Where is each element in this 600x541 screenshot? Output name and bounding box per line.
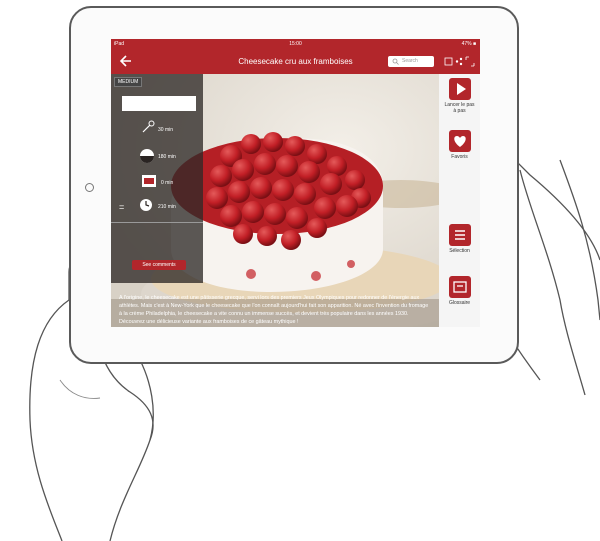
battery-status: 47% ■ [461,41,476,47]
app-screen: iPad 15:00 47% ■ Cheesecake cru aux fram… [111,39,480,327]
glossary-label: Glossaire [448,300,471,306]
glossary-button[interactable]: Glossaire [443,276,476,306]
favorites-label: Favoris [451,154,468,160]
recipe-info-panel: MEDIUM 30 min 180 min 0 min = 210 min Se… [111,74,203,283]
equals-sign: = [119,202,125,212]
glossary-icon [448,276,471,298]
search-icon [392,58,399,65]
share-fullscreen-icons[interactable] [444,56,476,67]
clock-icon [140,199,152,211]
nav-bar: Cheesecake cru aux framboises Search [111,49,480,74]
selection-label: Sélection [449,248,470,254]
half-circle-icon [140,149,154,163]
search-input[interactable]: Search [388,56,434,67]
action-sidebar: Lancer le pas à pas Favoris Sélection Gl… [439,74,480,327]
play-icon [448,78,471,100]
rest-time: 180 min [158,154,176,160]
home-button[interactable] [85,183,94,192]
selection-button[interactable]: Sélection [443,224,476,254]
cook-time: 0 min [161,180,174,186]
step-by-step-button[interactable]: Lancer le pas à pas [443,78,476,114]
panel-divider [111,222,203,223]
prep-time: 30 min [158,127,174,133]
recipe-intro-text: A l'origine, le cheesecake est une pâtis… [119,295,429,325]
favorites-button[interactable]: Favoris [443,130,476,160]
step-by-step-label: Lancer le pas à pas [444,102,475,114]
list-icon [448,224,471,246]
heart-icon [448,130,471,152]
search-placeholder: Search [402,58,418,64]
info-box [122,96,196,111]
see-comments-button[interactable]: See comments [132,260,186,270]
oven-icon [142,175,156,187]
status-time: 15:00 [289,41,302,47]
whisk-icon [142,120,155,133]
difficulty-badge: MEDIUM [114,77,143,87]
status-bar: iPad 15:00 47% ■ [111,39,480,49]
total-time: 210 min [158,204,176,210]
